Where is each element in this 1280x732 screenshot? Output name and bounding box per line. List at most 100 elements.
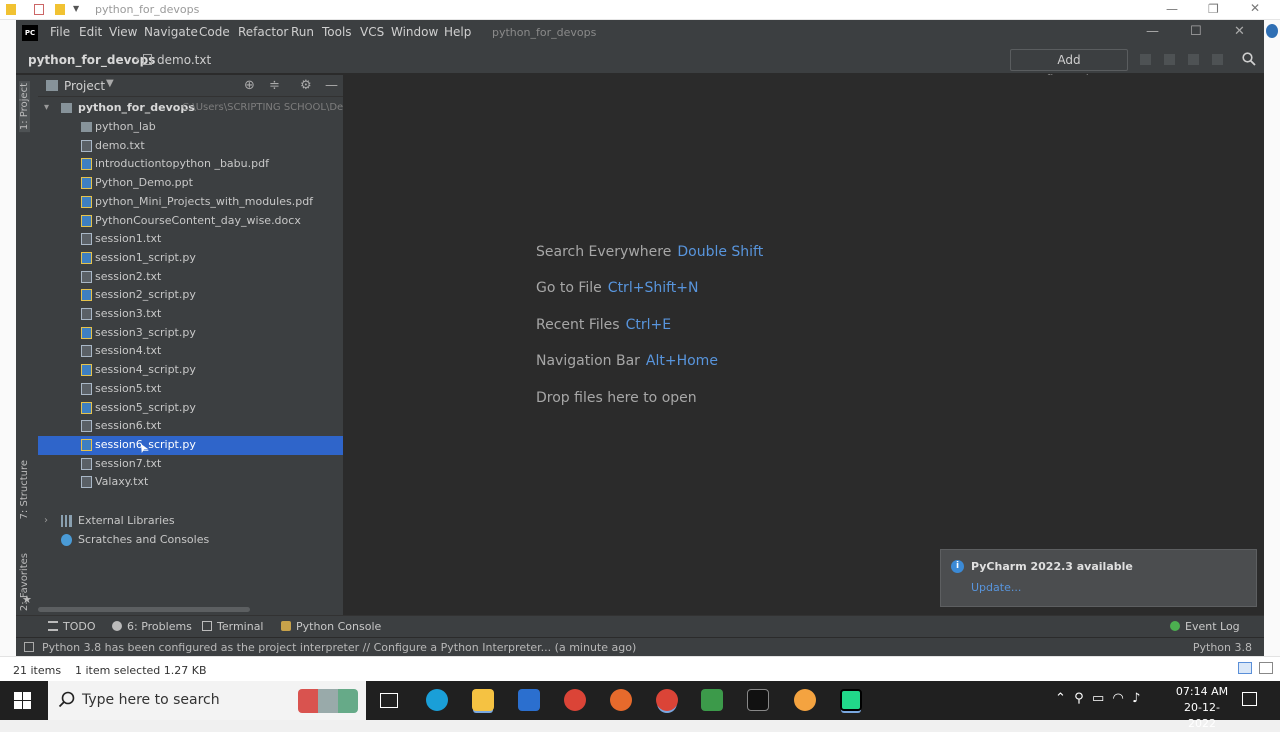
menu-view[interactable]: View	[109, 25, 137, 39]
taskbar-search-box[interactable]: Type here to search	[48, 681, 366, 720]
tree-item[interactable]: session6_script.py ➤	[38, 435, 343, 456]
tree-scratches[interactable]: Scratches and Consoles	[38, 531, 343, 550]
editor-empty-area[interactable]: Search Everywhere Double Shift Go to File…	[343, 75, 1264, 615]
chevron-right-icon[interactable]: ›	[44, 512, 48, 530]
status-toggle-icon[interactable]	[24, 642, 34, 652]
recorder-icon[interactable]	[794, 689, 816, 711]
stop-icon[interactable]	[1212, 54, 1223, 65]
tree-item[interactable]: python_Mini_Projects_with_modules.pdf	[38, 193, 343, 212]
chevron-down-icon[interactable]: ▾	[44, 99, 49, 117]
text-file-icon	[81, 345, 92, 358]
search-highlight-icon	[298, 689, 358, 713]
tree-item[interactable]: session2.txt	[38, 268, 343, 287]
help-icon[interactable]	[1266, 24, 1278, 38]
tree-item[interactable]: demo.txt	[38, 137, 343, 156]
tree-item[interactable]: session2_script.py	[38, 286, 343, 305]
tree-item[interactable]: session1_script.py	[38, 249, 343, 268]
close-button[interactable]: ✕	[1234, 24, 1245, 39]
task-view-icon[interactable]	[380, 693, 398, 708]
notepad-plus-icon[interactable]	[701, 689, 723, 711]
tree-item[interactable]: session5.txt	[38, 380, 343, 399]
tab-todo[interactable]: TODO	[48, 620, 96, 633]
properties-icon[interactable]	[34, 4, 44, 15]
status-message[interactable]: Python 3.8 has been configured as the pr…	[42, 641, 636, 654]
tree-item[interactable]: session1.txt	[38, 230, 343, 249]
tree-item[interactable]: session4.txt	[38, 342, 343, 361]
update-link[interactable]: Update...	[971, 581, 1021, 594]
explorer-maximize-button[interactable]: ❐	[1208, 2, 1219, 16]
chrome-profile-icon[interactable]	[656, 689, 678, 711]
store-icon[interactable]	[518, 689, 540, 711]
locate-icon[interactable]: ⊕	[244, 78, 255, 93]
menu-code[interactable]: Code	[199, 25, 230, 39]
tab-structure[interactable]: 7: Structure	[19, 460, 30, 519]
python-file-icon	[81, 177, 92, 190]
gear-icon[interactable]: ⚙	[300, 78, 312, 93]
menu-edit[interactable]: Edit	[79, 25, 102, 39]
project-panel-title[interactable]: Project	[64, 79, 105, 93]
coverage-icon[interactable]	[1188, 54, 1199, 65]
tree-item[interactable]: session5_script.py	[38, 399, 343, 418]
tree-item[interactable]: session4_script.py	[38, 361, 343, 380]
taskbar-clock[interactable]: 07:14 AM 20-12-2022	[1172, 684, 1232, 732]
tab-problems[interactable]: 6: Problems	[112, 620, 192, 633]
tree-item[interactable]: session3.txt	[38, 305, 343, 324]
menu-refactor[interactable]: Refactor	[238, 25, 288, 39]
project-horizontal-scrollbar[interactable]	[38, 607, 250, 612]
file-explorer-icon[interactable]	[472, 689, 494, 711]
menu-file[interactable]: File	[50, 25, 70, 39]
interpreter-indicator[interactable]: Python 3.8	[1193, 641, 1252, 654]
search-icon[interactable]	[1242, 52, 1256, 66]
menu-run[interactable]: Run	[291, 25, 314, 39]
chevron-down-icon[interactable]: ▼	[73, 4, 83, 15]
notification-center-icon[interactable]	[1242, 692, 1257, 706]
debug-icon[interactable]	[1164, 54, 1175, 65]
menu-navigate[interactable]: Navigate	[144, 25, 198, 39]
windows-start-icon[interactable]	[14, 692, 31, 709]
menu-bar: PC File Edit View Navigate Code Refactor…	[16, 20, 1264, 46]
menu-tools[interactable]: Tools	[322, 25, 352, 39]
tree-item-label: session5.txt	[95, 381, 162, 395]
tab-project[interactable]: 1: Project	[19, 81, 30, 133]
chrome-icon[interactable]	[564, 689, 586, 711]
tree-item[interactable]: session7.txt	[38, 455, 343, 474]
tree-item[interactable]: python_lab	[38, 118, 343, 137]
menu-window[interactable]: Window	[391, 25, 438, 39]
pycharm-taskbar-icon[interactable]	[840, 689, 862, 711]
tree-item[interactable]: session3_script.py	[38, 324, 343, 343]
tree-item[interactable]: introductiontopython _babu.pdf	[38, 155, 343, 174]
tree-item[interactable]: PythonCourseContent_day_wise.docx	[38, 212, 343, 231]
hide-panel-icon[interactable]: —	[325, 78, 338, 93]
details-view-icon[interactable]	[1238, 662, 1252, 674]
hint-recent-files: Recent Files Ctrl+E	[536, 317, 672, 333]
command-prompt-icon[interactable]	[747, 689, 769, 711]
collapse-all-icon[interactable]: ≑	[269, 78, 280, 93]
new-folder-icon[interactable]	[55, 4, 65, 15]
explorer-close-button[interactable]: ✕	[1250, 1, 1260, 15]
tree-item[interactable]: session6.txt	[38, 417, 343, 436]
system-tray[interactable]: ⌃ ⚲ ▭ ◠ ♪	[1055, 691, 1140, 706]
tab-python-console[interactable]: Python Console	[281, 620, 381, 633]
chevron-down-icon[interactable]: ▼	[106, 78, 114, 89]
tree-item-label: PythonCourseContent_day_wise.docx	[95, 213, 301, 227]
explorer-minimize-button[interactable]: —	[1166, 2, 1178, 16]
tree-external-libraries[interactable]: › External Libraries	[38, 512, 343, 531]
large-icons-view-icon[interactable]	[1259, 662, 1273, 674]
run-icon[interactable]	[1140, 54, 1151, 65]
tree-item[interactable]: Valaxy.txt	[38, 473, 343, 492]
maximize-button[interactable]: ☐	[1190, 24, 1202, 39]
clock-time: 07:14 AM	[1175, 685, 1229, 698]
tab-event-log[interactable]: Event Log	[1170, 620, 1240, 633]
menu-help[interactable]: Help	[444, 25, 471, 39]
navigation-bar: python_for_devops › demo.txt Add Configu…	[16, 46, 1264, 87]
edge-icon[interactable]	[426, 689, 448, 711]
tab-terminal[interactable]: Terminal	[202, 620, 264, 633]
minimize-button[interactable]: —	[1146, 24, 1159, 39]
add-configuration-button[interactable]: Add Configuration...	[1010, 49, 1128, 87]
tree-item[interactable]: Python_Demo.ppt	[38, 174, 343, 193]
update-notification[interactable]: i PyCharm 2022.3 available Update...	[940, 549, 1257, 607]
menu-vcs[interactable]: VCS	[360, 25, 384, 39]
tree-root[interactable]: ▾ python_for_devops C:\Users\SCRIPTING S…	[38, 99, 343, 118]
firefox-icon[interactable]	[610, 689, 632, 711]
breadcrumb-file[interactable]: demo.txt	[157, 53, 211, 67]
